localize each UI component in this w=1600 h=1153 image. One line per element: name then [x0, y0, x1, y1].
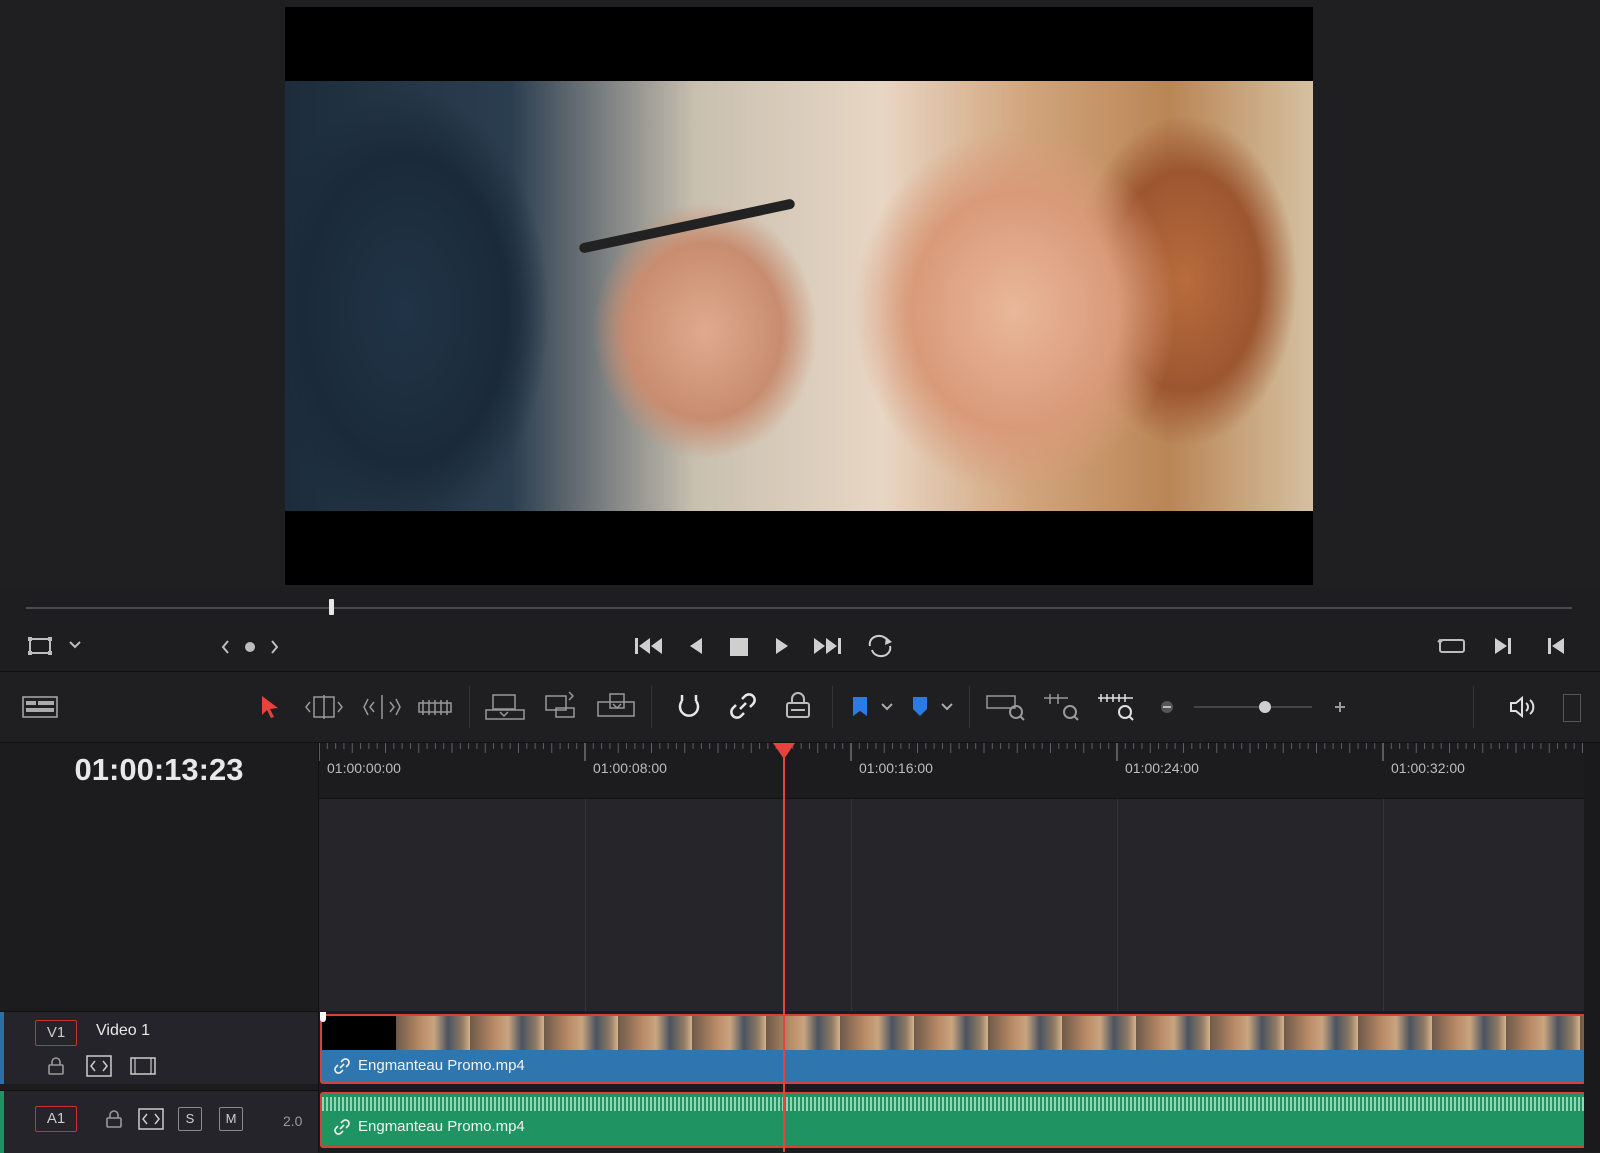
- viewer-size-icon[interactable]: [27, 636, 53, 656]
- go-to-start-icon[interactable]: [634, 636, 664, 656]
- chevron-down-icon[interactable]: [68, 640, 82, 650]
- zoom-slider-track[interactable]: [1194, 706, 1312, 708]
- match-frame-icon[interactable]: [1437, 636, 1467, 656]
- timeline-ruler[interactable]: 01:00:00:00 01:00:08:00 01:00:16:00 01:0…: [319, 743, 1584, 799]
- position-lock-icon[interactable]: [784, 691, 812, 721]
- ruler-label: 01:00:16:00: [859, 760, 933, 776]
- toolbar-separator: [469, 686, 470, 728]
- audio-channels: 2.0: [283, 1113, 303, 1129]
- stop-icon[interactable]: [729, 637, 749, 657]
- video-frame-image: [285, 81, 1313, 511]
- solo-button[interactable]: S: [178, 1107, 202, 1131]
- v1-track-header: V1 Video 1: [0, 1011, 318, 1084]
- lock-icon[interactable]: [105, 1109, 123, 1129]
- audio-waveform: [322, 1097, 1584, 1111]
- play-icon[interactable]: [774, 636, 790, 656]
- zoom-detail-icon[interactable]: [1042, 692, 1082, 722]
- toolbar-separator: [651, 686, 652, 728]
- snapping-icon[interactable]: [674, 691, 704, 721]
- audio-clip[interactable]: Engmanteau Promo.mp4: [320, 1092, 1586, 1148]
- disable-track-icon[interactable]: [130, 1057, 156, 1075]
- go-to-end-icon[interactable]: [812, 636, 842, 656]
- playhead[interactable]: [783, 743, 785, 1152]
- audio-icon[interactable]: [1509, 695, 1537, 719]
- v1-track-name[interactable]: Video 1: [96, 1022, 150, 1040]
- track-color-strip: [0, 1012, 4, 1084]
- gridline: [851, 799, 852, 1011]
- insert-clip-icon[interactable]: [485, 692, 525, 722]
- clip-start-marker: [320, 1012, 326, 1022]
- linked-selection-icon[interactable]: [728, 691, 758, 721]
- viewer-scrub-handle[interactable]: [329, 599, 334, 615]
- auto-select-icon[interactable]: [138, 1108, 164, 1130]
- ruler-label: 01:00:08:00: [593, 760, 667, 776]
- zoom-full-icon[interactable]: [986, 692, 1026, 722]
- a1-track-header: A1 S M 2.0: [0, 1090, 318, 1153]
- clip-thumbnails: [322, 1016, 1584, 1050]
- toolbar-separator: [832, 686, 833, 728]
- replace-clip-icon[interactable]: [596, 692, 636, 722]
- zoom-custom-icon[interactable]: [1097, 692, 1137, 722]
- previous-edit-icon[interactable]: [1546, 636, 1566, 656]
- chevron-down-icon[interactable]: [880, 702, 894, 712]
- toolbar-separator: [969, 686, 970, 728]
- zoom-in-icon[interactable]: [1333, 700, 1347, 714]
- dynamic-trim-icon[interactable]: [362, 694, 402, 720]
- lock-icon[interactable]: [47, 1056, 65, 1076]
- next-edit-icon[interactable]: [1493, 636, 1513, 656]
- audio-clip-name: Engmanteau Promo.mp4: [358, 1118, 525, 1135]
- loop-icon[interactable]: [864, 634, 896, 658]
- viewer-scrub-bar[interactable]: [26, 607, 1572, 609]
- clip-name-bar: Engmanteau Promo.mp4: [322, 1050, 1584, 1082]
- video-clip-name: Engmanteau Promo.mp4: [358, 1057, 525, 1074]
- clip-thumbnail-black: [322, 1016, 396, 1050]
- gridline: [1383, 799, 1384, 1011]
- playhead-handle[interactable]: [773, 743, 795, 759]
- step-back-icon[interactable]: [688, 636, 704, 656]
- gridline: [585, 799, 586, 1011]
- timeline-scrollbar[interactable]: [1584, 743, 1600, 1152]
- link-icon: [334, 1119, 350, 1135]
- trim-edit-icon[interactable]: [304, 694, 344, 720]
- timeline-timecode[interactable]: 01:00:13:23: [0, 752, 318, 792]
- timeline-view-icon[interactable]: [22, 696, 58, 718]
- blade-icon[interactable]: [418, 697, 452, 717]
- mute-button[interactable]: M: [219, 1107, 243, 1131]
- timeline-toolbar: [0, 672, 1600, 743]
- ruler-label: 01:00:24:00: [1125, 760, 1199, 776]
- overwrite-clip-icon[interactable]: [543, 690, 577, 720]
- ruler-label: 01:00:32:00: [1391, 760, 1465, 776]
- gridline: [1117, 799, 1118, 1011]
- zoom-out-icon[interactable]: [1160, 700, 1174, 714]
- jog-control-icon[interactable]: [220, 637, 286, 657]
- chevron-down-icon[interactable]: [940, 702, 954, 712]
- a1-track-tag[interactable]: A1: [35, 1106, 77, 1132]
- zoom-slider-handle[interactable]: [1259, 701, 1271, 713]
- marker-icon[interactable]: [911, 695, 929, 719]
- auto-select-icon[interactable]: [86, 1055, 112, 1077]
- empty-track-area[interactable]: [319, 799, 1584, 1011]
- flag-icon[interactable]: [851, 695, 869, 719]
- toolbar-separator: [1473, 686, 1474, 728]
- selection-arrow-icon[interactable]: [259, 694, 281, 720]
- video-preview[interactable]: [285, 7, 1313, 585]
- track-color-strip: [0, 1091, 4, 1153]
- v1-track-tag[interactable]: V1: [35, 1020, 77, 1046]
- link-icon: [334, 1058, 350, 1074]
- audio-meter-toggle[interactable]: [1563, 694, 1581, 722]
- video-clip[interactable]: Engmanteau Promo.mp4: [320, 1014, 1586, 1084]
- ruler-label: 01:00:00:00: [327, 760, 401, 776]
